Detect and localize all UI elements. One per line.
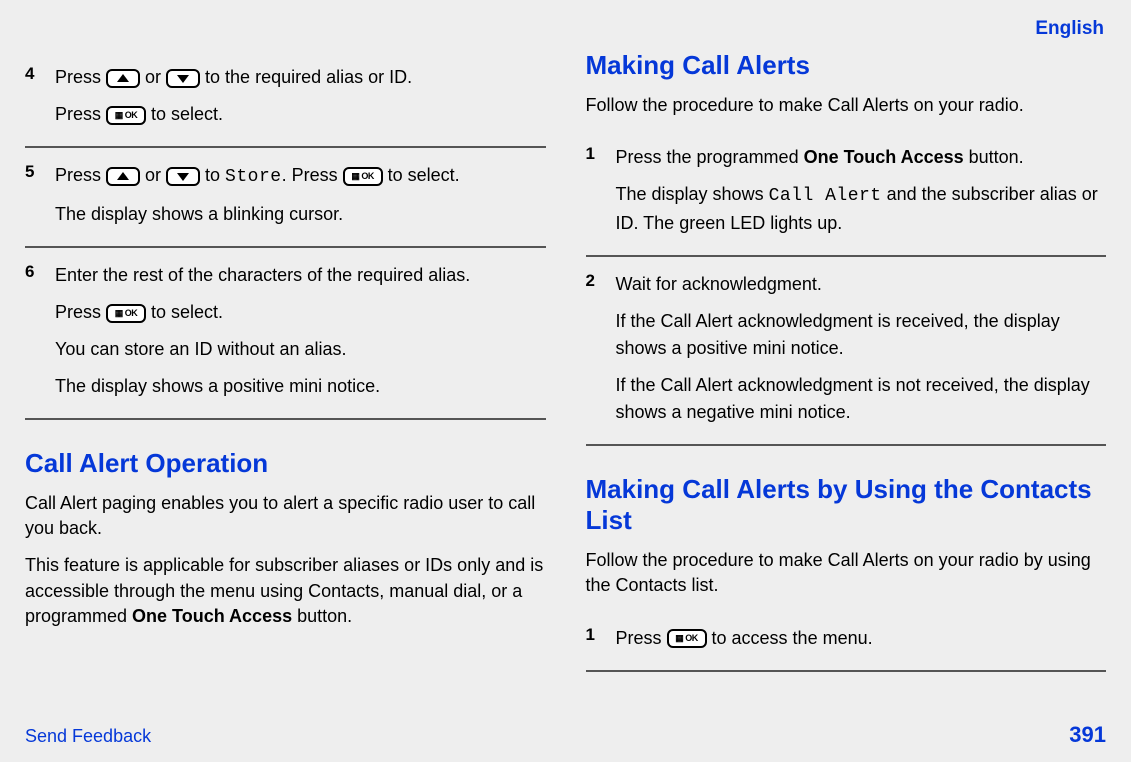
text: The display shows (616, 184, 769, 204)
text: The display shows a positive mini notice… (55, 376, 380, 396)
step-line: The display shows Call Alert and the sub… (616, 181, 1107, 237)
step-body: Press ▦ OK to access the menu. (616, 625, 873, 652)
paragraph: Call Alert paging enables you to alert a… (25, 491, 546, 541)
step-line: You can store an ID without an alias. (55, 336, 470, 363)
text: Wait for acknowledgment. (616, 274, 822, 294)
step-number: 1 (586, 144, 604, 237)
step-body: Press or to Store. Press ▦ OK to select.… (55, 162, 460, 228)
text: . Press (282, 165, 343, 185)
down-arrow-button-icon (166, 69, 200, 88)
right-column: Making Call Alerts Follow the procedure … (586, 50, 1107, 672)
text: Press (55, 104, 106, 124)
step-line: Press the programmed One Touch Access bu… (616, 144, 1107, 171)
text: Enter the rest of the characters of the … (55, 265, 470, 285)
ok-button-icon: ▦ OK (106, 304, 146, 323)
content-columns: 4Press or to the required alias or ID.Pr… (25, 50, 1106, 672)
up-arrow-button-icon (106, 167, 140, 186)
up-arrow-button-icon (106, 69, 140, 88)
step: 4Press or to the required alias or ID.Pr… (25, 50, 546, 148)
ok-button-icon: ▦ OK (667, 629, 707, 648)
paragraph: Follow the procedure to make Call Alerts… (586, 93, 1107, 118)
text: to select. (146, 104, 223, 124)
text: or (140, 165, 166, 185)
text: Press (55, 302, 106, 322)
step-number: 6 (25, 262, 43, 400)
ok-button-icon: ▦ OK (343, 167, 383, 186)
step-line: The display shows a positive mini notice… (55, 373, 470, 400)
text: Press (616, 628, 667, 648)
display-text: Store (225, 167, 282, 187)
text: You can store an ID without an alias. (55, 339, 347, 359)
text: to access the menu. (707, 628, 873, 648)
heading-making-call-alerts-contacts: Making Call Alerts by Using the Contacts… (586, 474, 1107, 536)
step-line: If the Call Alert acknowledgment is rece… (616, 308, 1107, 362)
text: button. (964, 147, 1024, 167)
paragraph: This feature is applicable for subscribe… (25, 553, 546, 629)
step: 1 Press ▦ OK to access the menu. (586, 611, 1107, 672)
step-line: Wait for acknowledgment. (616, 271, 1107, 298)
step-number: 2 (586, 271, 604, 426)
step-body: Enter the rest of the characters of the … (55, 262, 470, 400)
text: to (200, 165, 225, 185)
text: If the Call Alert acknowledgment is rece… (616, 311, 1060, 358)
step-line: Press ▦ OK to select. (55, 101, 412, 128)
display-text: Call Alert (769, 186, 882, 206)
step-line: Press ▦ OK to access the menu. (616, 625, 873, 652)
footer: Send Feedback 391 (25, 722, 1106, 748)
step-line: Press or to the required alias or ID. (55, 64, 412, 91)
text: to select. (146, 302, 223, 322)
step-line: The display shows a blinking cursor. (55, 201, 460, 228)
step-line: Press ▦ OK to select. (55, 299, 470, 326)
text: to select. (383, 165, 460, 185)
step-number: 5 (25, 162, 43, 228)
heading-call-alert-operation: Call Alert Operation (25, 448, 546, 479)
step-body: Wait for acknowledgment. If the Call Aler… (616, 271, 1107, 426)
step-number: 1 (586, 625, 604, 652)
text: to the required alias or ID. (200, 67, 412, 87)
step-body: Press the programmed One Touch Access bu… (616, 144, 1107, 237)
down-arrow-button-icon (166, 167, 200, 186)
step-line: Press or to Store. Press ▦ OK to select. (55, 162, 460, 191)
text: The display shows a blinking cursor. (55, 204, 343, 224)
step-line: If the Call Alert acknowledgment is not … (616, 372, 1107, 426)
step: 2 Wait for acknowledgment. If the Call Ale… (586, 257, 1107, 446)
text: or (140, 67, 166, 87)
text: If the Call Alert acknowledgment is not … (616, 375, 1090, 422)
left-column: 4Press or to the required alias or ID.Pr… (25, 50, 546, 672)
step-body: Press or to the required alias or ID.Pre… (55, 64, 412, 128)
text: button. (292, 606, 352, 626)
step: 1 Press the programmed One Touch Access b… (586, 130, 1107, 257)
page-number: 391 (1069, 722, 1106, 748)
step-line: Enter the rest of the characters of the … (55, 262, 470, 289)
ok-button-icon: ▦ OK (106, 106, 146, 125)
header-language: English (25, 18, 1106, 40)
text: Press (55, 165, 106, 185)
step: 6 Enter the rest of the characters of the… (25, 248, 546, 420)
send-feedback-link[interactable]: Send Feedback (25, 726, 151, 747)
step-number: 4 (25, 64, 43, 128)
step: 5Press or to Store. Press ▦ OK to select… (25, 148, 546, 248)
heading-making-call-alerts: Making Call Alerts (586, 50, 1107, 81)
text: Press the programmed (616, 147, 804, 167)
paragraph: Follow the procedure to make Call Alerts… (586, 548, 1107, 598)
bold-text: One Touch Access (804, 147, 964, 167)
bold-text: One Touch Access (132, 606, 292, 626)
text: Press (55, 67, 106, 87)
